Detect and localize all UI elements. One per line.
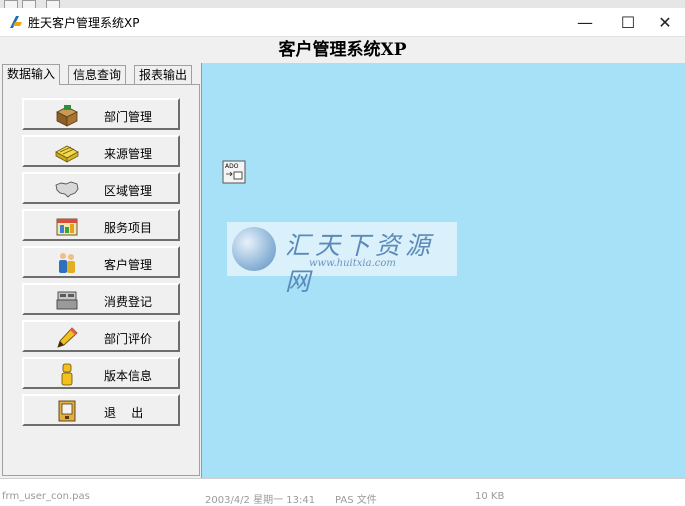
tab-report-output[interactable]: 报表输出 — [134, 65, 193, 84]
tab-info-query[interactable]: 信息查询 — [68, 65, 127, 84]
app-heading: 客户管理系统XP — [278, 40, 407, 60]
pencil-icon — [57, 327, 78, 348]
nav-button-label: 版本信息 — [104, 369, 153, 383]
app-logo-icon — [10, 16, 22, 28]
file-name: frm_user_con.pas — [2, 491, 90, 502]
maximize-icon: ☐ — [620, 12, 636, 32]
title-bar[interactable]: 胜天客户管理系统XP — ☐ ✕ — [0, 8, 685, 36]
notebook-icon — [56, 218, 78, 236]
nav-button-customer[interactable]: 客户管理 — [22, 246, 180, 278]
people-icon — [59, 253, 75, 273]
nav-button-service[interactable]: 服务项目 — [22, 209, 180, 241]
tab-data-input[interactable]: 数据输入 — [2, 64, 61, 85]
nav-button-consumption[interactable]: 消费登记 — [22, 283, 180, 315]
nav-button-label: 区域管理 — [104, 184, 153, 198]
nav-button-version[interactable]: 版本信息 — [22, 357, 180, 389]
file-date: 2003/4/2 星期一 13:41 — [205, 495, 316, 506]
desk-icon — [56, 105, 78, 127]
minimize-icon: — — [577, 12, 593, 32]
window-title: 胜天客户管理系统XP — [28, 16, 140, 30]
maximize-button[interactable]: ☐ — [608, 8, 648, 36]
file-type: PAS 文件 — [335, 495, 377, 506]
nav-button-evaluation[interactable]: 部门评价 — [22, 320, 180, 352]
nav-button-label: 服务项目 — [104, 221, 153, 235]
background-file-row: frm_user_con.pas 2003/4/2 星期一 13:41 PAS … — [0, 478, 685, 506]
watermark: 汇天下资源网 www.huitxia.com — [227, 222, 457, 296]
nav-button-source[interactable]: 来源管理 — [22, 135, 180, 167]
nav-button-label: 来源管理 — [104, 147, 153, 161]
info-icon — [61, 363, 73, 386]
main-area: ADO 汇天下资源网 www.huitxia.com — [202, 63, 685, 478]
cash-register-icon — [56, 291, 78, 310]
nav-button-label: 部门评价 — [104, 332, 153, 346]
minimize-button[interactable]: — — [565, 8, 605, 36]
nav-button-exit[interactable]: 退 出 — [22, 394, 180, 426]
nav-button-region[interactable]: 区域管理 — [22, 172, 180, 204]
close-icon: ✕ — [658, 12, 672, 32]
exit-door-icon — [58, 400, 76, 422]
globe-icon — [232, 227, 276, 271]
left-panel: 数据输入 信息查询 报表输出 部门管理 来源管理 区域管理 服务项目 客户管理 … — [0, 63, 202, 478]
nav-button-label: 退 出 — [104, 406, 144, 420]
close-button[interactable]: ✕ — [645, 8, 685, 36]
heading-strip: 客户管理系统XP — [0, 36, 685, 64]
watermark-url: www.huitxia.com — [309, 258, 396, 269]
nav-button-label: 客户管理 — [104, 258, 153, 272]
nav-button-label: 部门管理 — [104, 110, 153, 124]
nav-button-department[interactable]: 部门管理 — [22, 98, 180, 130]
scanner-icon — [55, 145, 79, 163]
tab-body: 部门管理 来源管理 区域管理 服务项目 客户管理 消费登记 部门评价 版本信息 … — [2, 84, 200, 476]
map-icon — [55, 181, 79, 198]
nav-button-label: 消费登记 — [104, 295, 153, 309]
ado-icon-label: ADO — [225, 163, 239, 170]
file-size: 10 KB — [475, 491, 505, 502]
ado-connection-icon[interactable]: ADO — [222, 160, 246, 184]
